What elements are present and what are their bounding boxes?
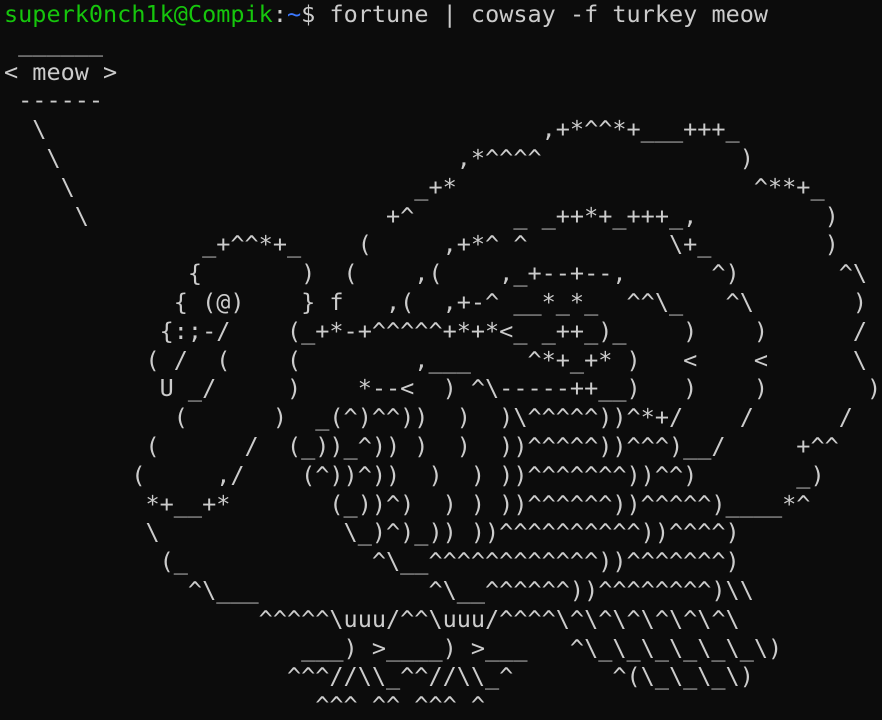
ascii-art-line: \ _+* ^**+_ <box>4 172 825 201</box>
terminal-window[interactable]: superk0nch1k@Compik:~$ fortune | cowsay … <box>0 0 882 720</box>
ascii-art-line: ^^^//\\_^^//\\_^ ^(\_\_\_\) <box>4 662 754 691</box>
ascii-art-line: ( / (_))_^)) ) ) ))^^^^^))^^^)__/ +^^ <box>4 431 839 460</box>
prompt-path: ~ <box>286 0 302 28</box>
cowsay-output: ______ < meow > ------ \ ,+*^^*+___+++_ \… <box>4 29 881 720</box>
command-text: fortune | cowsay -f turkey meow <box>329 0 769 28</box>
speech-bubble-top: ______ <box>4 28 104 57</box>
ascii-art-line: {:;-/ (_+*-+^^^^^+*+*<_ _++_)_ ) ) / <box>4 316 868 345</box>
ascii-art-line: ^^^^^\uuu/^^\uuu/^^^^\^\^\^\^\^\^\ <box>4 604 740 633</box>
ascii-art-line: \ ,+*^^*+___+++_ <box>4 115 740 144</box>
prompt-user-host: superk0nch1k@Compik <box>4 0 273 28</box>
ascii-art-line: \ \_)^)_)) ))^^^^^^^^^^))^^^^) <box>4 518 740 547</box>
ascii-art-line: ( ,/ (^))^)) ) ) ))^^^^^^^))^^) _) <box>4 460 825 489</box>
ascii-art-line: ( ) _(^)^^)) ) )\^^^^^))^*+/ / / <box>4 403 853 432</box>
ascii-art-line: ( / ( ( ,___ ^*+_+* ) < < \ <box>4 345 868 374</box>
ascii-art-line: *+__+* (_))^) ) ) ))^^^^^^))^^^^^)____*^ <box>4 489 811 518</box>
ascii-art-line: ^\___ ^\__^^^^^^))^^^^^^^^)\\ <box>4 575 754 604</box>
ascii-art-line: (_ ^\__^^^^^^^^^^^^))^^^^^^^) <box>4 547 740 576</box>
speech-bubble-bottom: ------ <box>4 86 104 115</box>
ascii-art-line: ___) >____) >___ ^\_\_\_\_\_\_\) <box>4 633 783 662</box>
prompt-colon: : <box>272 0 287 28</box>
ascii-art-line: ^^^ ^^ ^^^ ^ <box>4 691 486 720</box>
ascii-art-line: { (@) } f ,( ,+-^ __*_*_ ^^\_ ^\ ) <box>4 287 868 316</box>
ascii-art-line: U _/ ) *--< ) ^\-----++__) ) ) ) <box>4 374 882 403</box>
ascii-art-line: _+^^*+_ ( ,+*^ ^ \+_ ) <box>4 230 839 259</box>
ascii-art-line: \ ,*^^^^ ) <box>4 143 754 172</box>
ascii-art-line: \ +^ _ _++*+_+++_, ) <box>4 201 839 230</box>
ascii-art-line: { ) ( ,( ,_+--+--, ^) ^\ <box>4 259 868 288</box>
command-prompt-line: superk0nch1k@Compik:~$ fortune | cowsay … <box>4 0 768 29</box>
prompt-symbol: $ <box>301 0 330 28</box>
speech-bubble-text: < meow > <box>4 57 118 86</box>
